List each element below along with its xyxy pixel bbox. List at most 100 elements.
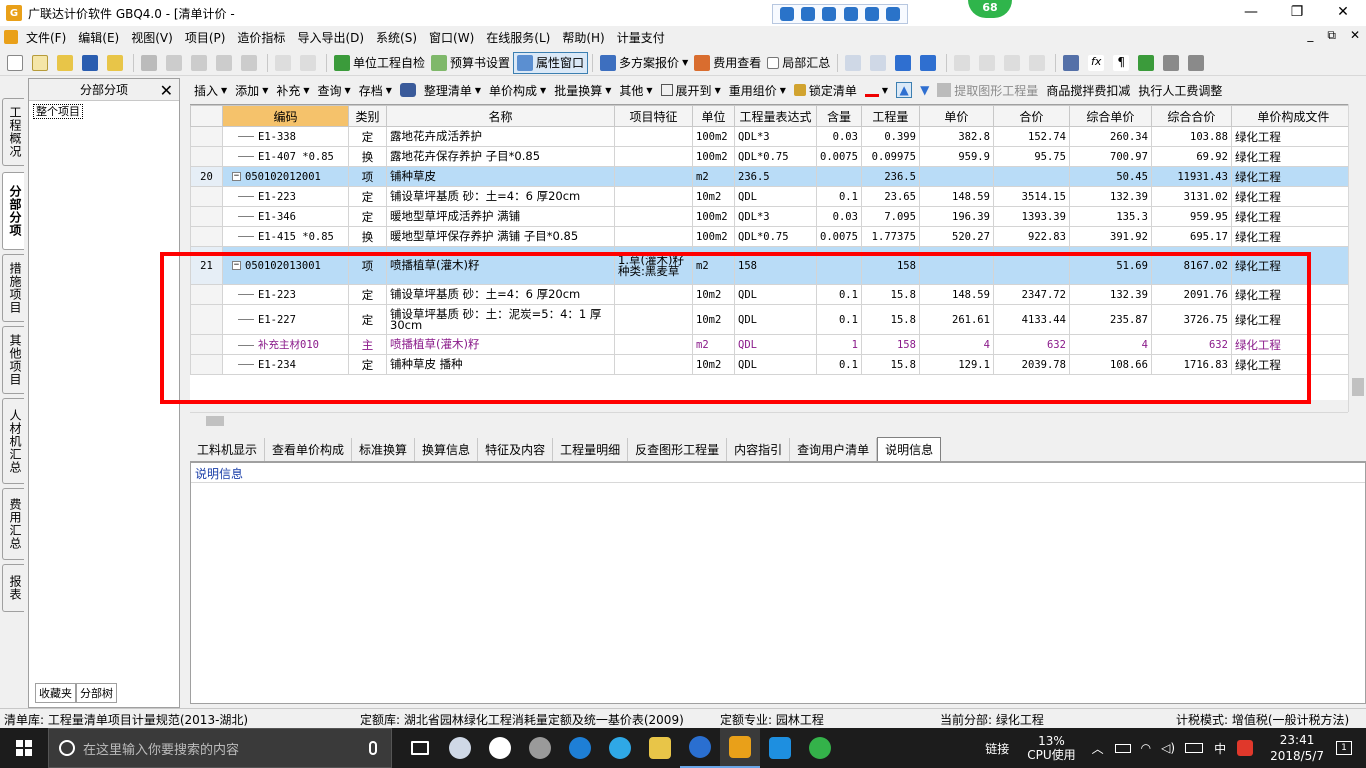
tab-measures[interactable]: 措施项目 (2, 254, 24, 322)
column-header-code[interactable]: 编码 (222, 105, 349, 127)
batch-convert-button[interactable]: 批量换算 ▼ (550, 82, 615, 99)
clock[interactable]: 23:41 2018/5/7 (1270, 732, 1324, 764)
column-header-category[interactable]: 类别 (348, 105, 387, 127)
quantity-cell[interactable]: 158 (860, 246, 920, 285)
code-cell[interactable]: E1-338 (222, 126, 349, 147)
category-cell[interactable]: 定 (348, 126, 387, 147)
row-number-cell[interactable] (190, 226, 223, 247)
keyboard-icon[interactable] (1185, 743, 1204, 753)
quantity-cell[interactable]: 1.77375 (860, 226, 920, 247)
comp-total-price-cell[interactable]: 1716.83 (1150, 354, 1232, 375)
menu-view[interactable]: 视图(V) (125, 29, 179, 46)
quota-sub-row[interactable]: 补充主材010 主喷播植草(灌木)籽 m2 QDL 1 158 4 632 4 632 绿化工程 (190, 334, 1356, 355)
comp-total-price-cell[interactable]: 3131.02 (1150, 186, 1232, 207)
bill-item-row[interactable]: 20−050102012001 项铺种草皮 m2 236.5 236.5 50.45 119… (190, 166, 1356, 187)
save-button[interactable] (79, 52, 104, 74)
code-cell[interactable]: E1-407 *0.85 (222, 146, 349, 167)
total-price-cell[interactable]: 632 (992, 334, 1070, 355)
price-file-cell[interactable]: 绿化工程 (1230, 146, 1356, 167)
tab-query-user-bill[interactable]: 查询用户清单 (790, 438, 878, 461)
chevron-up-icon[interactable]: ︿ (1092, 740, 1104, 757)
name-cell[interactable]: 暖地型草坪成活养护 满铺 (386, 206, 615, 227)
row-number-cell[interactable] (190, 186, 223, 207)
column-header-content[interactable]: 含量 (816, 105, 862, 127)
content-cell[interactable]: 0.0075 (816, 226, 862, 247)
taskbar-app-gbq[interactable] (720, 728, 760, 768)
quota-sub-row[interactable]: E1-407 *0.85 换露地花卉保存养护 子目*0.85 100m2 QDL*0.… (190, 146, 1356, 167)
quota-sub-row[interactable]: E1-234 定铺种草皮 播种 10m2 QDL 0.1 15.8 129.1 2039.78… (190, 354, 1356, 375)
price-file-cell[interactable]: 绿化工程 (1230, 284, 1356, 305)
code-cell[interactable]: −050102012001 (222, 166, 349, 187)
quantity-cell[interactable]: 15.8 (860, 304, 920, 335)
shirt-icon[interactable] (864, 7, 879, 21)
category-cell[interactable]: 换 (348, 146, 387, 167)
tab-favorites[interactable]: 收藏夹 (35, 683, 76, 703)
menu-project[interactable]: 项目(P) (179, 29, 232, 46)
close-icon[interactable]: ✕ (160, 81, 173, 100)
total-price-cell[interactable]: 1393.39 (992, 206, 1070, 227)
tab-reverse-graphic-quantity[interactable]: 反查图形工程量 (628, 438, 728, 461)
tab-standard-conversion[interactable]: 标准换算 (352, 438, 416, 461)
category-cell[interactable]: 定 (348, 354, 387, 375)
price-file-cell[interactable]: 绿化工程 (1230, 126, 1356, 147)
expression-cell[interactable]: QDL*3 (734, 126, 817, 147)
category-cell[interactable]: 项 (348, 166, 387, 187)
content-cell[interactable]: 0.1 (816, 284, 862, 305)
block-button[interactable] (238, 52, 263, 74)
arrow-down-button[interactable] (1026, 52, 1051, 74)
arrow-up-button[interactable] (1001, 52, 1026, 74)
price-file-cell[interactable]: 绿化工程 (1230, 186, 1356, 207)
content-cell[interactable]: 0.1 (816, 354, 862, 375)
code-cell[interactable]: E1-223 (222, 284, 349, 305)
category-cell[interactable]: 定 (348, 206, 387, 227)
ime-toolbar[interactable] (772, 4, 908, 24)
expression-cell[interactable]: QDL*0.75 (734, 146, 817, 167)
wifi-icon[interactable]: ◠ (1141, 741, 1151, 755)
unit-price-cell[interactable]: 148.59 (918, 284, 994, 305)
menu-file[interactable]: 文件(F) (20, 29, 72, 46)
content-cell[interactable]: 0.0075 (816, 146, 862, 167)
comp-unit-price-cell[interactable]: 50.45 (1068, 166, 1152, 187)
row-number-cell[interactable]: 21 (190, 246, 223, 285)
feature-cell[interactable] (614, 334, 693, 355)
menu-window[interactable]: 窗口(W) (423, 29, 480, 46)
save-all-button[interactable] (104, 52, 129, 74)
name-cell[interactable]: 喷播植草(灌木)籽 (386, 334, 615, 355)
quantity-cell[interactable]: 158 (860, 334, 920, 355)
expression-cell[interactable]: QDL*0.75 (734, 226, 817, 247)
comp-total-price-cell[interactable]: 632 (1150, 334, 1232, 355)
paragraph-button[interactable]: ¶ (1110, 52, 1135, 74)
feature-cell[interactable] (614, 206, 693, 227)
column-header-comp-unit-price[interactable]: 综合单价 (1068, 105, 1152, 127)
quota-sub-row[interactable]: E1-227 定铺设草坪基质 砂：土：泥炭=5：4：1 厚30cm 10m2 QDL 0… (190, 304, 1356, 335)
task-view-button[interactable] (400, 728, 440, 768)
expression-cell[interactable]: QDL*3 (734, 206, 817, 227)
unit-price-cell[interactable]: 382.8 (918, 126, 994, 147)
comp-unit-price-cell[interactable]: 260.34 (1068, 126, 1152, 147)
comp-unit-price-cell[interactable]: 132.39 (1068, 186, 1152, 207)
taskbar-app-plus[interactable] (760, 728, 800, 768)
expression-cell[interactable]: 158 (734, 246, 817, 285)
taskbar-app-green[interactable] (800, 728, 840, 768)
name-cell[interactable]: 铺设草坪基质 砂：土=4：6 厚20cm (386, 284, 615, 305)
minimize-button[interactable]: — (1228, 0, 1274, 24)
code-cell[interactable]: −050102013001 (222, 246, 349, 285)
row-number-cell[interactable] (190, 284, 223, 305)
expression-cell[interactable]: QDL (734, 304, 817, 335)
menu-edit[interactable]: 编辑(E) (72, 29, 125, 46)
unit-cell[interactable]: m2 (692, 246, 735, 285)
expression-cell[interactable]: QDL (734, 354, 817, 375)
unit-cell[interactable]: 10m2 (692, 304, 735, 335)
open-button[interactable] (54, 52, 79, 74)
comp-unit-price-cell[interactable]: 51.69 (1068, 246, 1152, 285)
feature-cell[interactable] (614, 126, 693, 147)
extract-quantity-button[interactable]: 提取图形工程量 (933, 82, 1042, 99)
row-number-cell[interactable] (190, 354, 223, 375)
binoculars-button[interactable] (396, 83, 420, 97)
comp-unit-price-cell[interactable]: 700.97 (1068, 146, 1152, 167)
unit-cell[interactable]: 10m2 (692, 284, 735, 305)
arrow-right-button[interactable] (976, 52, 1001, 74)
taskbar-app-ie[interactable] (600, 728, 640, 768)
undo-button[interactable] (272, 52, 297, 74)
content-cell[interactable]: 0.1 (816, 186, 862, 207)
